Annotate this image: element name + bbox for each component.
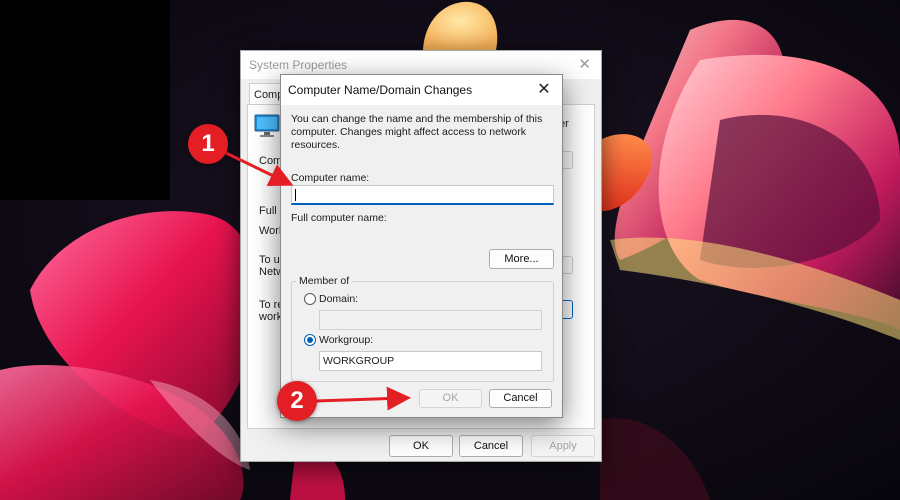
step-1-badge: 1 bbox=[188, 124, 228, 164]
domain-input[interactable] bbox=[319, 310, 542, 330]
cancel-button[interactable]: Cancel bbox=[489, 389, 552, 408]
full-computer-name-label: Full computer name: bbox=[291, 212, 387, 224]
step-2-badge: 2 bbox=[277, 381, 317, 421]
member-of-legend: Member of bbox=[296, 275, 353, 287]
workgroup-radio[interactable] bbox=[304, 334, 316, 346]
computer-monitor-icon bbox=[254, 114, 280, 137]
dialog-titlebar: Computer Name/Domain Changes ✕ bbox=[281, 75, 562, 105]
computer-name-input[interactable] bbox=[291, 185, 554, 205]
system-properties-close-icon[interactable]: ✕ bbox=[578, 51, 591, 79]
workgroup-input[interactable]: WORKGROUP bbox=[319, 351, 542, 371]
member-of-group: Member of Domain: Workgroup: WORKGROUP bbox=[291, 275, 554, 382]
dialog-title: Computer Name/Domain Changes bbox=[288, 83, 473, 97]
more-button[interactable]: More... bbox=[489, 249, 554, 269]
text-fragment: work bbox=[259, 311, 283, 323]
ok-button[interactable]: OK bbox=[419, 389, 482, 408]
dialog-description: You can change the name and the membersh… bbox=[291, 113, 543, 151]
computer-name-label: Computer name: bbox=[291, 172, 370, 184]
system-properties-cancel-button[interactable]: Cancel bbox=[459, 435, 523, 457]
system-properties-apply-button[interactable]: Apply bbox=[531, 435, 595, 457]
text-caret bbox=[295, 189, 296, 201]
system-properties-ok-button[interactable]: OK bbox=[389, 435, 453, 457]
workgroup-label: Workgroup: bbox=[319, 334, 374, 346]
system-properties-title: System Properties bbox=[249, 58, 348, 72]
domain-radio[interactable] bbox=[304, 293, 316, 305]
computer-name-dialog: Computer Name/Domain Changes ✕ You can c… bbox=[280, 74, 563, 418]
close-icon[interactable]: ✕ bbox=[535, 75, 553, 105]
domain-label: Domain: bbox=[319, 293, 359, 305]
